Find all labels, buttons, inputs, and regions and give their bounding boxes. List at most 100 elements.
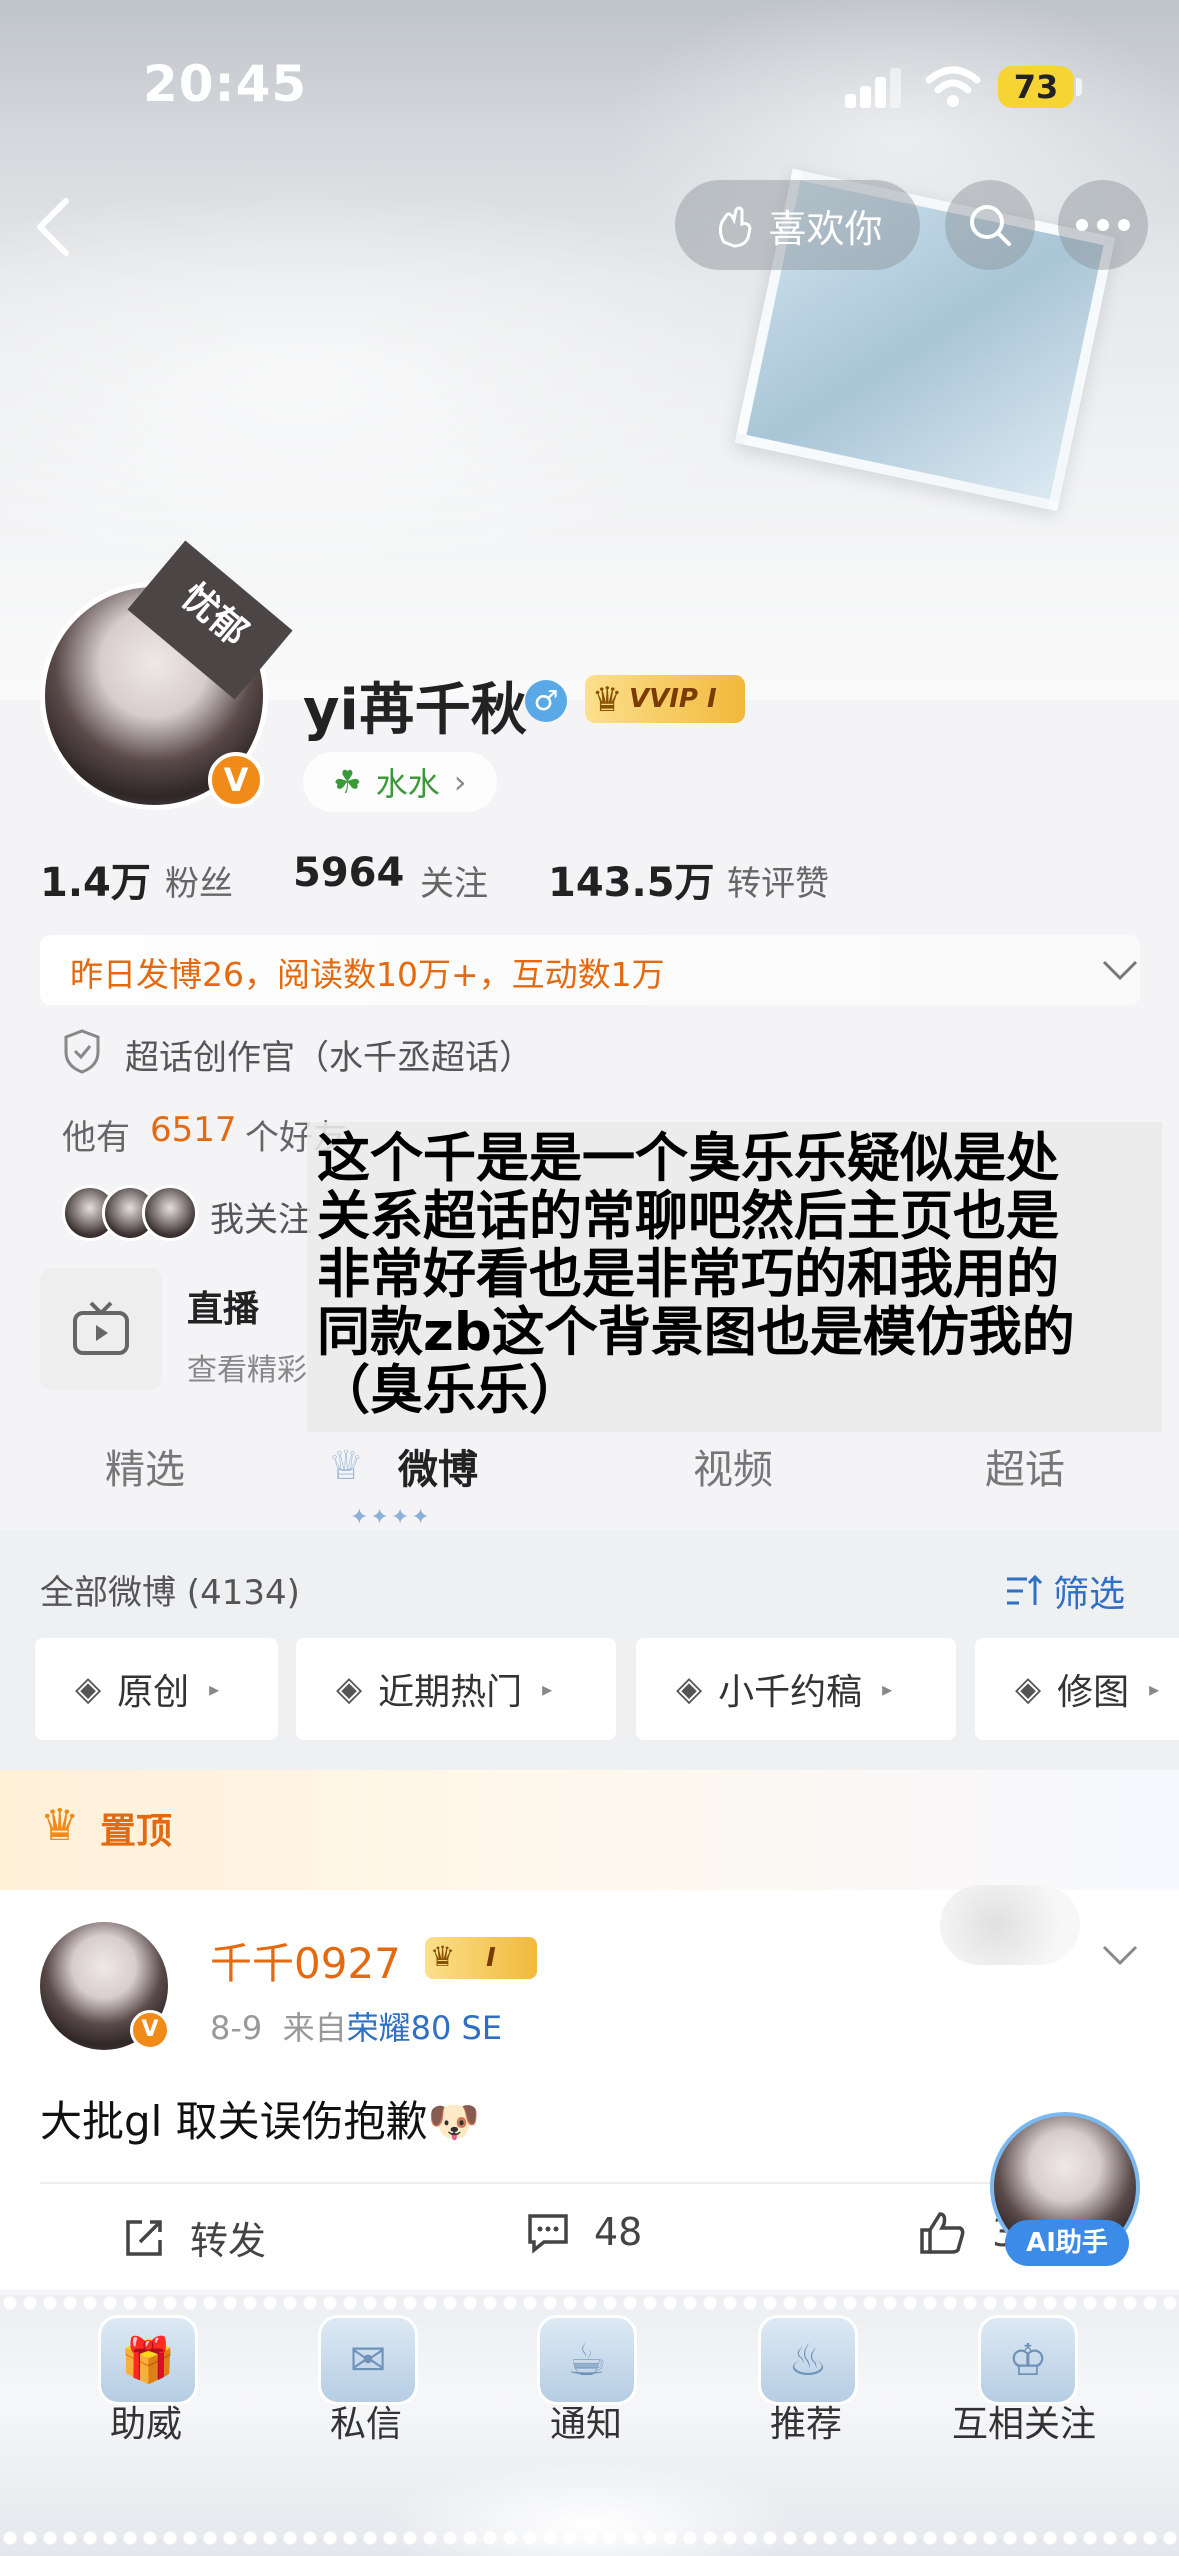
- crown-icon: ♛: [430, 1940, 456, 1973]
- lace-decoration: [0, 2530, 1179, 2546]
- filter-chip-label: 近期热门: [378, 1672, 523, 1713]
- more-icon: [1076, 219, 1130, 231]
- battery-tip: [1076, 78, 1082, 96]
- mutual-prefix: 他有: [62, 1118, 130, 1158]
- overlay-line: 关系超话的常聊吧然后主页也是: [317, 1186, 1059, 1247]
- battery-indicator: 73: [998, 66, 1074, 108]
- repost-label: 转发: [190, 2219, 267, 2263]
- cupcake-icon: ♕: [328, 1443, 364, 1489]
- lace-decoration: [0, 2295, 1179, 2311]
- post-meta: 8-9 来自荣耀80 SE: [210, 2003, 502, 2049]
- filter-chip-label: 修图: [1057, 1672, 1130, 1713]
- group-tag-button[interactable]: ☘ 水水 ›: [303, 752, 497, 812]
- overlay-line: （臭乐乐）: [317, 1360, 582, 1421]
- i-follow-text[interactable]: 我关注: [210, 1192, 312, 1241]
- filter-chip-original[interactable]: ◈ 原创 ▸: [35, 1638, 278, 1740]
- cupcake-icon[interactable]: ♨: [758, 2315, 858, 2405]
- super-topic-role[interactable]: 超话创作官（水千丞超话）: [125, 1030, 533, 1079]
- message-icon[interactable]: ✉: [318, 2315, 418, 2405]
- sticker-decoration: [940, 1885, 1080, 1965]
- filter-chip-retouch[interactable]: ◈ 修图 ▸: [975, 1638, 1179, 1740]
- fans-count[interactable]: 1.4万: [40, 850, 151, 908]
- live-title[interactable]: 直播: [187, 1280, 259, 1332]
- tab-video[interactable]: 视频: [693, 1437, 773, 1495]
- overlay-caption: 这个千是是一个臭乐乐疑似是处 关系超话的常聊吧然后主页也是 非常好看也是非常巧的…: [307, 1122, 1162, 1432]
- tab-super-topic[interactable]: 超话: [985, 1437, 1065, 1495]
- verified-badge: V: [208, 752, 264, 808]
- chevron-down-icon[interactable]: [1100, 1943, 1140, 1967]
- more-button[interactable]: [1058, 180, 1148, 270]
- friend-avatar: [142, 1185, 198, 1241]
- like-you-label: 喜欢你: [768, 206, 883, 251]
- following-label[interactable]: 关注: [420, 856, 488, 905]
- search-icon: [970, 205, 1011, 246]
- mutual-friends-count[interactable]: 6517: [150, 1110, 237, 1150]
- chip-arrow-icon: ▸: [209, 1677, 220, 1701]
- bottom-nav-notifications[interactable]: 通知: [550, 2395, 622, 2447]
- tab-weibo[interactable]: 微博: [398, 1437, 478, 1495]
- ai-assistant-label[interactable]: AI助手: [1005, 2220, 1129, 2266]
- crown-icon: ♛: [592, 680, 623, 720]
- gift-box-icon[interactable]: 🎁: [98, 2315, 198, 2405]
- status-time: 20:45: [143, 55, 308, 113]
- layers-icon: ◈: [1015, 1669, 1042, 1709]
- hand-icon: [719, 206, 753, 248]
- comment-button[interactable]: 48: [526, 2210, 642, 2254]
- cellular-signal-icon: [845, 68, 903, 108]
- bottom-nav-cheer[interactable]: 助威: [110, 2395, 182, 2447]
- comment-icon: [528, 2214, 568, 2254]
- filter-icon: [1007, 1574, 1043, 1605]
- layers-icon: ◈: [336, 1669, 363, 1709]
- live-entry-icon[interactable]: [40, 1268, 162, 1390]
- following-count[interactable]: 5964: [293, 850, 404, 896]
- post-source[interactable]: 荣耀80 SE: [347, 2009, 502, 2047]
- tab-featured[interactable]: 精选: [105, 1437, 185, 1495]
- overlay-line: 非常好看也是非常巧的和我用的: [317, 1244, 1059, 1305]
- chevron-right-icon: ›: [453, 763, 467, 801]
- post-date: 8-9: [210, 2009, 263, 2047]
- chip-arrow-icon: ▸: [1149, 1677, 1160, 1701]
- bottom-nav-messages[interactable]: 私信: [330, 2395, 402, 2447]
- pinned-bar: [0, 1770, 1179, 1890]
- search-button[interactable]: [945, 180, 1035, 270]
- divider: [40, 2182, 1140, 2184]
- filter-chip-commissions[interactable]: ◈ 小千约稿 ▸: [636, 1638, 956, 1740]
- group-tag-label: 水水: [375, 765, 440, 803]
- post-author-name[interactable]: 千千0927: [210, 1930, 401, 1991]
- layers-icon: ◈: [676, 1669, 703, 1709]
- username: yi苒千秋: [303, 678, 527, 743]
- filter-chip-label: 原创: [117, 1672, 190, 1713]
- like-you-button[interactable]: 喜欢你: [675, 180, 920, 270]
- filter-label: 筛选: [1053, 1574, 1126, 1615]
- tv-icon: [73, 1301, 129, 1355]
- chip-arrow-icon: ▸: [542, 1677, 553, 1701]
- overlay-line: 同款zb这个背景图也是模仿我的: [317, 1302, 1075, 1363]
- live-subtitle: 查看精彩: [187, 1353, 307, 1388]
- overlay-line: 这个千是是一个臭乐乐疑似是处: [317, 1128, 1059, 1189]
- back-icon[interactable]: [30, 195, 74, 259]
- chevron-down-icon[interactable]: [1100, 958, 1140, 982]
- teapot-icon[interactable]: ☕: [537, 2315, 637, 2405]
- chip-arrow-icon: ▸: [882, 1677, 893, 1701]
- all-weibo-count: 全部微博 (4134): [40, 1573, 300, 1613]
- crown-icon: ♛: [40, 1800, 80, 1851]
- filter-chip-recent-hot[interactable]: ◈ 近期热门 ▸: [296, 1638, 616, 1740]
- wifi-icon: [925, 66, 981, 107]
- cake-icon[interactable]: ♔: [978, 2315, 1078, 2405]
- post-from: 来自: [282, 2009, 347, 2047]
- bottom-nav-mutual-follow[interactable]: 互相关注: [952, 2395, 1096, 2447]
- tab-active-indicator: ✦✦✦✦: [350, 1505, 432, 1530]
- shield-icon: [64, 1029, 100, 1074]
- filter-button[interactable]: 筛选: [1005, 1565, 1125, 1617]
- repost-icon: [126, 2219, 162, 2256]
- interactions-label: 转评赞: [727, 864, 829, 904]
- fans-label[interactable]: 粉丝: [165, 856, 233, 905]
- layers-icon: ◈: [75, 1669, 102, 1709]
- interactions-count: 143.5万: [548, 860, 715, 906]
- verified-badge: V: [130, 2010, 170, 2050]
- gender-male-icon: ♂: [525, 680, 567, 722]
- bottom-nav-recommend[interactable]: 推荐: [770, 2395, 842, 2447]
- pinned-label: 置顶: [100, 1811, 173, 1852]
- repost-button[interactable]: 转发: [122, 2210, 266, 2265]
- filter-chip-label: 小千约稿: [718, 1672, 863, 1713]
